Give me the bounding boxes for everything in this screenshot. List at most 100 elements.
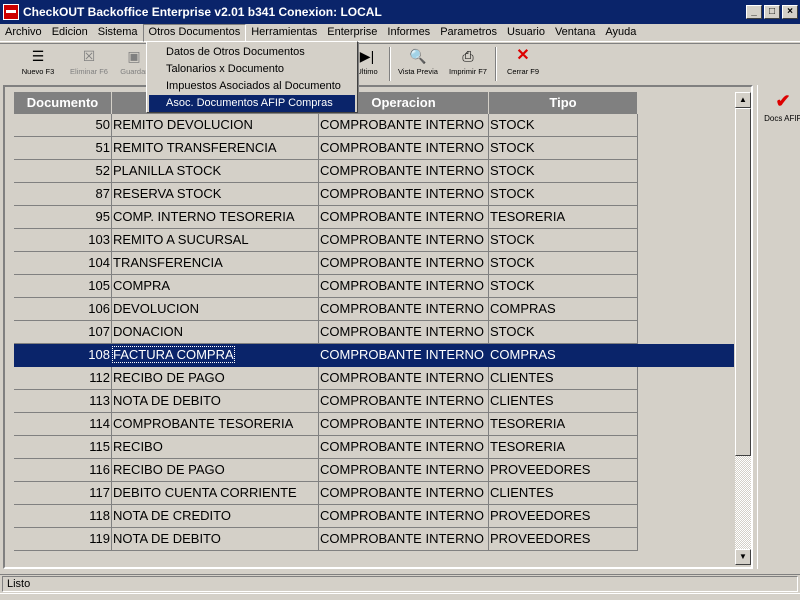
documento-cell[interactable]: 115 (14, 436, 112, 459)
column-header-documento[interactable]: Documento (14, 92, 112, 114)
table-row[interactable]: 112 RECIBO DE PAGO COMPROBANTE INTERNO CLIE… (14, 367, 734, 390)
operacion-cell[interactable]: COMPROBANTE INTERNO (319, 367, 489, 390)
menu-informes[interactable]: Informes (382, 24, 435, 42)
operacion-cell[interactable]: COMPROBANTE INTERNO (319, 390, 489, 413)
tipo-cell[interactable]: COMPRAS (489, 298, 638, 321)
descripcion-cell[interactable]: REMITO DEVOLUCION (112, 114, 319, 137)
descripcion-cell[interactable]: RECIBO DE PAGO (112, 367, 319, 390)
minimize-button[interactable]: _ (746, 5, 762, 19)
documento-cell[interactable]: 87 (14, 183, 112, 206)
descripcion-cell[interactable]: DEVOLUCION (112, 298, 319, 321)
operacion-cell[interactable]: COMPROBANTE INTERNO (319, 114, 489, 137)
table-row[interactable]: 50 REMITO DEVOLUCION COMPROBANTE INTERNO ST… (14, 114, 734, 137)
menu-item-asoc-documentos-afip-compras[interactable]: Asoc. Documentos AFIP Compras (149, 95, 355, 112)
tipo-cell[interactable]: STOCK (489, 114, 638, 137)
menu-otros-documentos[interactable]: Otros Documentos (142, 23, 247, 42)
operacion-cell[interactable]: COMPROBANTE INTERNO (319, 183, 489, 206)
table-row[interactable]: 104 TRANSFERENCIA COMPROBANTE INTERNO STOCK (14, 252, 734, 275)
documento-cell[interactable]: 51 (14, 137, 112, 160)
documento-cell[interactable]: 113 (14, 390, 112, 413)
descripcion-cell[interactable]: FACTURA COMPRA (112, 344, 319, 367)
descripcion-cell[interactable]: RESERVA STOCK (112, 183, 319, 206)
operacion-cell[interactable]: COMPROBANTE INTERNO (319, 413, 489, 436)
operacion-cell[interactable]: COMPROBANTE INTERNO (319, 298, 489, 321)
table-row[interactable]: 106 DEVOLUCION COMPROBANTE INTERNO COMPRAS (14, 298, 734, 321)
descripcion-cell[interactable]: COMPROBANTE TESORERIA (112, 413, 319, 436)
menu-herramientas[interactable]: Herramientas (246, 24, 322, 42)
tipo-cell[interactable]: STOCK (489, 252, 638, 275)
table-row[interactable]: 103 REMITO A SUCURSAL COMPROBANTE INTERNO S… (14, 229, 734, 252)
menu-edicion[interactable]: Edicion (47, 24, 93, 42)
table-row[interactable]: 107 DONACION COMPROBANTE INTERNO STOCK (14, 321, 734, 344)
cerrar-button[interactable]: ✕ Cerrar F9 (499, 44, 547, 80)
maximize-button[interactable]: □ (764, 5, 780, 19)
menu-item-datos-de-otros-documentos[interactable]: Datos de Otros Documentos (149, 44, 355, 61)
table-row[interactable]: 117 DEBITO CUENTA CORRIENTE COMPROBANTE IN… (14, 482, 734, 505)
table-row[interactable]: 108 FACTURA COMPRA COMPROBANTE INTERNO COMP… (14, 344, 734, 367)
menu-item-impuestos-asociados-al-documento[interactable]: Impuestos Asociados al Documento (149, 78, 355, 95)
table-row[interactable]: 114 COMPROBANTE TESORERIA COMPROBANTE INTE… (14, 413, 734, 436)
table-row[interactable]: 119 NOTA DE DEBITO COMPROBANTE INTERNO PROV… (14, 528, 734, 551)
column-header-tipo[interactable]: Tipo (489, 92, 638, 114)
documento-cell[interactable]: 112 (14, 367, 112, 390)
tipo-cell[interactable]: STOCK (489, 321, 638, 344)
documento-cell[interactable]: 104 (14, 252, 112, 275)
operacion-cell[interactable]: COMPROBANTE INTERNO (319, 137, 489, 160)
table-row[interactable]: 115 RECIBO COMPROBANTE INTERNO TESORERIA (14, 436, 734, 459)
descripcion-cell[interactable]: RECIBO DE PAGO (112, 459, 319, 482)
descripcion-cell[interactable]: DONACION (112, 321, 319, 344)
table-row[interactable]: 118 NOTA DE CREDITO COMPROBANTE INTERNO PRO… (14, 505, 734, 528)
documento-cell[interactable]: 114 (14, 413, 112, 436)
operacion-cell[interactable]: COMPROBANTE INTERNO (319, 160, 489, 183)
operacion-cell[interactable]: COMPROBANTE INTERNO (319, 275, 489, 298)
docs-afip-button[interactable]: ✔ Docs AFIP (762, 90, 800, 130)
descripcion-cell[interactable]: PLANILLA STOCK (112, 160, 319, 183)
table-row[interactable]: 52 PLANILLA STOCK COMPROBANTE INTERNO STOCK (14, 160, 734, 183)
operacion-cell[interactable]: COMPROBANTE INTERNO (319, 436, 489, 459)
tipo-cell[interactable]: STOCK (489, 137, 638, 160)
operacion-cell[interactable]: COMPROBANTE INTERNO (319, 252, 489, 275)
table-row[interactable]: 95 COMP. INTERNO TESORERIA COMPROBANTE INT… (14, 206, 734, 229)
tipo-cell[interactable]: CLIENTES (489, 482, 638, 505)
imprimir-button[interactable]: ⎙ Imprimir F7 (443, 44, 493, 80)
scroll-up-button[interactable]: ▲ (735, 92, 751, 108)
tipo-cell[interactable]: CLIENTES (489, 390, 638, 413)
operacion-cell[interactable]: COMPROBANTE INTERNO (319, 459, 489, 482)
operacion-cell[interactable]: COMPROBANTE INTERNO (319, 505, 489, 528)
documento-cell[interactable]: 103 (14, 229, 112, 252)
tipo-cell[interactable]: COMPRAS (489, 344, 638, 367)
descripcion-cell[interactable]: NOTA DE DEBITO (112, 390, 319, 413)
nuevo-button[interactable]: ☰ Nuevo F3 (14, 44, 62, 80)
tipo-cell[interactable]: TESORERIA (489, 436, 638, 459)
operacion-cell[interactable]: COMPROBANTE INTERNO (319, 229, 489, 252)
close-button[interactable]: × (782, 5, 798, 19)
descripcion-cell[interactable]: REMITO TRANSFERENCIA (112, 137, 319, 160)
table-row[interactable]: 113 NOTA DE DEBITO COMPROBANTE INTERNO CLIE… (14, 390, 734, 413)
tipo-cell[interactable]: STOCK (489, 160, 638, 183)
documento-cell[interactable]: 118 (14, 505, 112, 528)
menu-usuario[interactable]: Usuario (502, 24, 550, 42)
vertical-scrollbar[interactable]: ▲ ▼ (735, 92, 751, 565)
tipo-cell[interactable]: CLIENTES (489, 367, 638, 390)
descripcion-cell[interactable]: COMPRA (112, 275, 319, 298)
tipo-cell[interactable]: PROVEEDORES (489, 505, 638, 528)
descripcion-cell[interactable]: NOTA DE CREDITO (112, 505, 319, 528)
documento-cell[interactable]: 119 (14, 528, 112, 551)
menu-sistema[interactable]: Sistema (93, 24, 143, 42)
vista-previa-button[interactable]: 🔍 Vista Previa (393, 44, 443, 80)
eliminar-button[interactable]: ☒ Eliminar F6 (62, 44, 116, 80)
documento-cell[interactable]: 116 (14, 459, 112, 482)
table-row[interactable]: 51 REMITO TRANSFERENCIA COMPROBANTE INTERN… (14, 137, 734, 160)
documento-cell[interactable]: 95 (14, 206, 112, 229)
operacion-cell[interactable]: COMPROBANTE INTERNO (319, 206, 489, 229)
table-row[interactable]: 116 RECIBO DE PAGO COMPROBANTE INTERNO PROV… (14, 459, 734, 482)
table-row[interactable]: 105 COMPRA COMPROBANTE INTERNO STOCK (14, 275, 734, 298)
menu-ayuda[interactable]: Ayuda (600, 24, 641, 42)
cell-editor[interactable]: FACTURA COMPRA (112, 346, 235, 363)
menu-ventana[interactable]: Ventana (550, 24, 600, 42)
descripcion-cell[interactable]: RECIBO (112, 436, 319, 459)
operacion-cell[interactable]: COMPROBANTE INTERNO (319, 482, 489, 505)
descripcion-cell[interactable]: REMITO A SUCURSAL (112, 229, 319, 252)
documento-cell[interactable]: 107 (14, 321, 112, 344)
tipo-cell[interactable]: TESORERIA (489, 413, 638, 436)
